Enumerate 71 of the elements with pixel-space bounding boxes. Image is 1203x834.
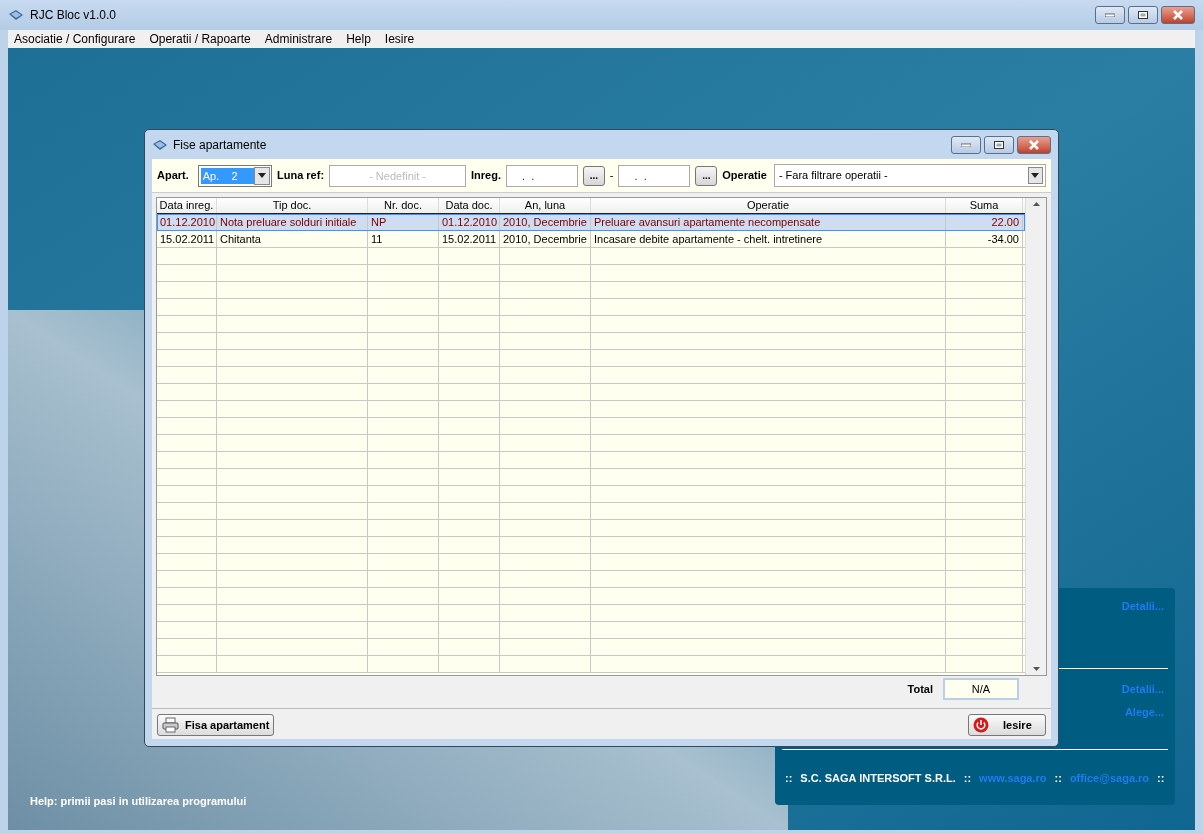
table-cell: -34.00 bbox=[946, 231, 1023, 247]
separator-mark: :: bbox=[1157, 771, 1165, 786]
scroll-down-arrow-icon[interactable] bbox=[1032, 667, 1040, 671]
table-cell: 11 bbox=[368, 231, 439, 247]
scroll-up-arrow-icon[interactable] bbox=[1032, 202, 1040, 206]
column-header[interactable]: Suma bbox=[946, 198, 1023, 213]
table-cell: 15.02.2011 bbox=[439, 231, 500, 247]
table-cell: Preluare avansuri apartamente necompensate bbox=[591, 214, 946, 231]
menu-item[interactable]: Administrare bbox=[264, 30, 333, 48]
menu-item[interactable]: Asociatie / Configurare bbox=[14, 30, 136, 48]
column-header[interactable]: Tip doc. bbox=[217, 198, 368, 213]
table-cell: NP bbox=[368, 214, 439, 231]
operation-dropdown[interactable]: - Fara filtrare operatii - bbox=[773, 164, 1046, 187]
caret-icon bbox=[1031, 173, 1040, 178]
date-field[interactable]: . . bbox=[506, 164, 578, 187]
inreg-label: Inreg. bbox=[471, 168, 501, 184]
table-cell: 2010, Decembrie bbox=[500, 231, 591, 247]
table-cell: Incasare debite apartamente - chelt. intretinere bbox=[591, 231, 946, 247]
luna-ref-label: Luna ref: bbox=[277, 168, 325, 184]
close-icon bbox=[1028, 139, 1040, 150]
browse-button[interactable]: ... bbox=[695, 165, 718, 186]
table-cell: Chitanta bbox=[217, 231, 368, 247]
close-button[interactable] bbox=[1161, 6, 1195, 24]
close-button[interactable] bbox=[1017, 135, 1051, 154]
menu-item[interactable]: Operatii / Rapoarte bbox=[149, 30, 251, 48]
menu-item[interactable]: Iesire bbox=[384, 30, 415, 48]
separator-mark: :: bbox=[1054, 771, 1062, 786]
app-icon bbox=[152, 137, 168, 152]
total-label: Total bbox=[907, 681, 933, 697]
range-dash: - bbox=[609, 168, 614, 184]
close-icon bbox=[1172, 10, 1184, 20]
print-card-button[interactable]: Fisa apartament bbox=[157, 714, 275, 736]
table-cell: Nota preluare solduri initiale bbox=[217, 214, 368, 231]
total-value: N/A bbox=[943, 678, 1019, 700]
minimize-button[interactable] bbox=[951, 135, 981, 154]
date-field[interactable]: . . bbox=[618, 164, 691, 187]
scrollbar[interactable] bbox=[1025, 198, 1046, 675]
browse-button[interactable]: ... bbox=[583, 165, 605, 186]
maximize-icon bbox=[994, 140, 1004, 149]
column-header[interactable]: Nr. doc. bbox=[368, 198, 439, 213]
column-header[interactable]: An, luna bbox=[500, 198, 591, 213]
dialog-title: Fise apartamente bbox=[173, 136, 267, 154]
table-cell: 01.12.2010 bbox=[157, 214, 217, 231]
maximize-icon bbox=[1138, 11, 1148, 19]
table-cell: 15.02.2011 bbox=[157, 231, 217, 247]
operatie-label: Operatie bbox=[722, 168, 767, 184]
maximize-button[interactable] bbox=[984, 135, 1014, 154]
table-cell: 01.12.2010 bbox=[439, 214, 500, 231]
printer-icon bbox=[162, 717, 179, 733]
table-cell: 22.00 bbox=[946, 214, 1023, 231]
company-name: S.C. SAGA INTERSOFT S.R.L. bbox=[800, 771, 956, 786]
power-icon bbox=[973, 717, 989, 733]
caret-icon bbox=[258, 173, 266, 178]
minimize-icon bbox=[961, 142, 971, 147]
table-row[interactable]: 15.02.2011 Chitanta 11 15.02.2011 2010, Decembrie Incasare debite apartamente - chelt. intretinere -34.00 bbox=[157, 231, 1025, 248]
apart-label: Apart. bbox=[157, 168, 189, 184]
luna-ref-field[interactable]: - Nedefinit - bbox=[329, 164, 467, 187]
app-icon bbox=[8, 8, 24, 22]
column-header[interactable]: Data inreg. bbox=[157, 198, 217, 213]
table-row[interactable]: 01.12.2010 Nota preluare solduri initiale NP 01.12.2010 2010, Decembrie Preluare avansuri apartamente necompensate 22.00 bbox=[157, 214, 1025, 231]
menu-item[interactable]: Help bbox=[346, 30, 371, 48]
maximize-button[interactable] bbox=[1128, 6, 1158, 24]
separator-mark: :: bbox=[785, 771, 793, 786]
minimize-button[interactable] bbox=[1095, 6, 1125, 24]
column-header[interactable]: Data doc. bbox=[439, 198, 500, 213]
column-header[interactable]: Operatie bbox=[591, 198, 946, 213]
minimize-icon bbox=[1105, 13, 1115, 17]
separator-mark: :: bbox=[963, 771, 972, 786]
exit-button[interactable]: Iesire bbox=[968, 714, 1046, 736]
table-cell: 2010, Decembrie bbox=[500, 214, 591, 231]
window-title: RJC Bloc v1.0.0 bbox=[30, 7, 117, 24]
